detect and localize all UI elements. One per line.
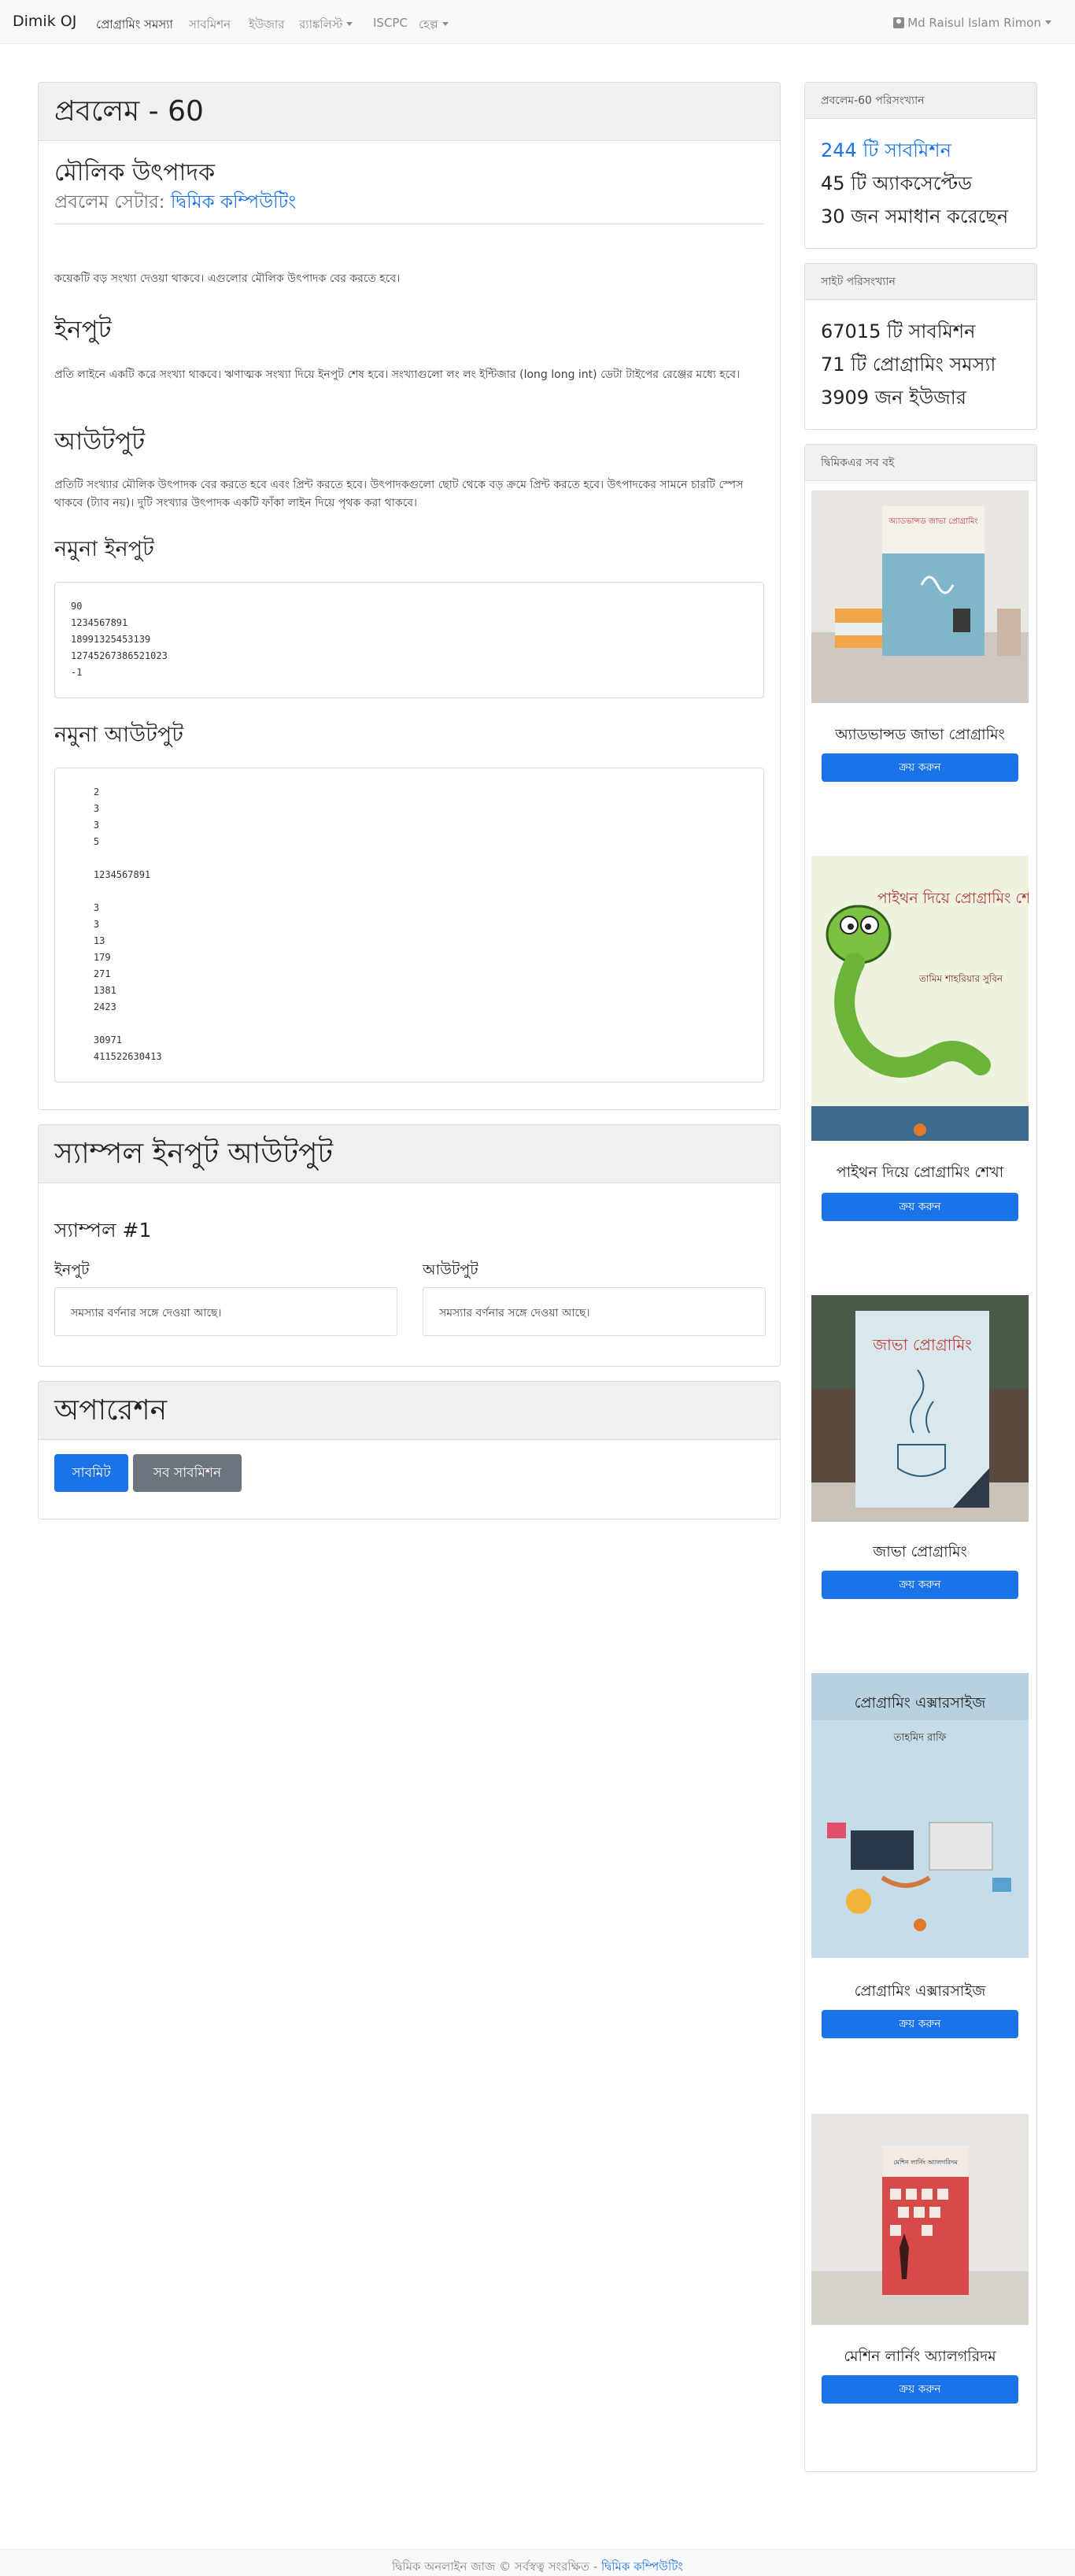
site-stats-header: সাইট পরিসংখ্যান [805,264,1036,300]
top-navbar: Dimik OJ প্রোগ্রামিং সমস্যা সাবমিশন ইউজা… [0,0,1075,44]
user-icon [893,17,905,28]
operations-header: অপারেশন [39,1382,780,1440]
book-cover-author: তামিম শাহরিয়ার সুবিন [918,973,1003,985]
nav-ranklist-label: র‍্যাঙ্কলিস্ট [299,17,343,31]
book-cover[interactable]: মেশিন লার্নিং অ্যালগরিদম [811,2114,1029,2325]
book-cover-title: প্রোগ্রামিং এক্সারসাইজ [855,1694,987,1712]
site-brand[interactable]: Dimik OJ [13,13,76,30]
problem-solvers: 30 জন সমাধান করেছেন [821,205,1009,228]
buy-button[interactable]: ক্রয় করুন [822,1571,1018,1599]
footer-link[interactable]: দ্বিমিক কম্পিউটিং [601,2559,683,2574]
book-item: অ্যাডভান্সড জাভা প্রোগ্রামিং অ্যাডভান্সড… [811,490,1029,790]
problem-accepted: 45 টি অ্যাকসেপ্টেড [821,172,972,194]
site-problems: 71 টি প্রোগ্রামিং সমস্যা [821,353,996,376]
problem-setter: প্রবলেম সেটার: দ্বিমিক কম্পিউটিং [54,187,296,218]
all-submissions-button[interactable]: সব সাবমিশন [133,1454,242,1492]
output-heading: আউটপুট [54,427,146,456]
sample-io-card: স্যাম্পল ইনপুট আউটপুট স্যাম্পল #1 ইনপুট … [38,1124,781,1367]
sample-output-value: সমস্যার বর্ণনার সঙ্গে দেওয়া আছে। [423,1287,766,1336]
nav-ranklist[interactable]: র‍্যাঙ্কলিস্ট [299,16,353,35]
sample-output-box: 2 3 3 5 1234567891 3 3 13 179 271 1381 2… [54,768,764,1083]
book-cover-title: পাইথন দিয়ে প্রোগ্রামিং শেখা [877,890,1029,907]
site-stats-card: সাইট পরিসংখ্যান 67015 টি সাবমিশন 71 টি প… [804,263,1037,430]
problem-statement: কয়েকটি বড় সংখ্যা দেওয়া থাকবে। এগুলোর … [54,272,401,285]
output-description: প্রতিটি সংখ্যার মৌলিক উৎপাদক বের করতে হব… [54,479,744,509]
page-footer: দ্বিমিক অনলাইন জাজ © সর্বস্বত্ব সংরক্ষিত… [0,2549,1075,2576]
book-cover-art: প্রোগ্রামিং এক্সারসাইজ তাহমিদ রাফি [811,1673,1029,1958]
setter-label: প্রবলেম সেটার: [54,192,171,213]
book-cover-art: পাইথন দিয়ে প্রোগ্রামিং শেখা তামিম শাহরি… [811,856,1029,1141]
chevron-down-icon [346,22,353,26]
books-header: দ্বিমিকএর সব বই [805,445,1036,481]
buy-button[interactable]: ক্রয় করুন [822,2010,1018,2038]
sample-input-label: ইনপুট [54,1261,90,1279]
buy-button[interactable]: ক্রয় করুন [822,1193,1018,1221]
book-title: পাইথন দিয়ে প্রোগ্রামিং শেখা [836,1164,1004,1181]
sample-input-text: 90 1234567891 18991325453139 12745267386… [71,601,168,678]
sample-output-heading: নমুনা আউটপুট [54,723,183,747]
problem-card: প্রবলেম - 60 মৌলিক উৎপাদক প্রবলেম সেটার:… [38,82,781,1110]
sample-output-label: আউটপুট [423,1261,478,1279]
book-cover[interactable]: প্রোগ্রামিং এক্সারসাইজ তাহমিদ রাফি [811,1673,1029,1958]
nav-help[interactable]: হেল্প [419,16,449,35]
book-cover[interactable]: পাইথন দিয়ে প্রোগ্রামিং শেখা তামিম শাহরি… [811,856,1029,1141]
problem-submissions-link[interactable]: 244 টি সাবমিশন [821,136,951,168]
book-title: অ্যাডভান্সড জাভা প্রোগ্রামিং [835,726,1005,743]
buy-button[interactable]: ক্রয় করুন [822,2375,1018,2404]
sample-input-box: 90 1234567891 18991325453139 12745267386… [54,582,764,698]
user-name: Md Raisul Islam Rimon [907,16,1041,30]
submit-button[interactable]: সাবমিট [54,1454,128,1492]
book-title: জাভা প্রোগ্রামিং [873,1543,967,1560]
sample-output-text: 2 3 3 5 1234567891 3 3 13 179 271 1381 2… [93,786,162,1062]
chevron-down-icon [1045,20,1051,24]
book-cover-art: মেশিন লার্নিং অ্যালগরিদম [811,2114,1029,2325]
buy-button[interactable]: ক্রয় করুন [822,753,1018,782]
sample-input-value: সমস্যার বর্ণনার সঙ্গে দেওয়া আছে। [54,1287,397,1336]
book-item: পাইথন দিয়ে প্রোগ্রামিং শেখা তামিম শাহরি… [811,856,1029,1249]
chevron-down-icon [441,22,449,26]
problem-stats-card: প্রবলেম-60 পরিসংখ্যান 244 টি সাবমিশন 45 … [804,82,1037,249]
site-submissions: 67015 টি সাবমিশন [821,320,976,342]
book-cover-author: তাহমিদ রাফি [893,1731,947,1744]
book-title: মেশিন লার্নিং অ্যালগরিদম [844,2348,996,2365]
book-item: প্রোগ্রামিং এক্সারসাইজ তাহমিদ রাফি প্রোগ… [811,1673,1029,2051]
book-cover-title: মেশিন লার্নিং অ্যালগরিদম [893,2159,958,2166]
input-heading: ইনপুট [54,316,112,344]
book-cover[interactable]: জাভা প্রোগ্রামিং [811,1295,1029,1522]
sample-label: স্যাম্পল #1 [54,1219,152,1242]
book-title: প্রোগ্রামিং এক্সারসাইজ [854,1982,986,2000]
problem-header: প্রবলেম - 60 [39,83,780,141]
nav-help-label: হেল্প [419,17,438,31]
footer-text: দ্বিমিক অনলাইন জাজ © সর্বস্বত্ব সংরক্ষিত… [392,2559,602,2574]
site-users: 3909 জন ইউজার [821,387,966,409]
nav-users[interactable]: ইউজার [249,16,285,35]
input-description: প্রতি লাইনে একটি করে সংখ্যা থাকবে। ঋণাত্… [54,368,741,381]
problem-stats-header: প্রবলেম-60 পরিসংখ্যান [805,83,1036,119]
sample-input-heading: নমুনা ইনপুট [54,537,154,561]
books-card: দ্বিমিকএর সব বই অ্যাডভান্সড জাভা প্রোগ্র… [804,444,1037,2472]
book-cover-art: অ্যাডভান্সড জাভা প্রোগ্রামিং [811,490,1029,703]
user-menu[interactable]: Md Raisul Islam Rimon [893,16,1051,30]
nav-iscpc[interactable]: ISCPC [373,16,408,30]
nav-submissions[interactable]: সাবমিশন [189,16,231,35]
book-cover[interactable]: অ্যাডভান্সড জাভা প্রোগ্রামিং [811,490,1029,703]
sample-io-header: স্যাম্পল ইনপুট আউটপুট [39,1125,780,1183]
book-cover-art: জাভা প্রোগ্রামিং [811,1295,1029,1522]
nav-problems[interactable]: প্রোগ্রামিং সমস্যা [96,16,173,35]
book-item: জাভা প্রোগ্রামিং জাভা প্রোগ্রামিং ক্রয় … [811,1295,1029,1610]
setter-link[interactable]: দ্বিমিক কম্পিউটিং [171,192,296,213]
book-cover-title: অ্যাডভান্সড জাভা প্রোগ্রামিং [888,516,977,526]
book-cover-title: জাভা প্রোগ্রামিং [872,1335,972,1354]
book-item: মেশিন লার্নিং অ্যালগরিদম মেশিন লার্নিং অ… [811,2114,1029,2445]
operations-card: অপারেশন সাবমিট সব সাবমিশন [38,1381,781,1519]
